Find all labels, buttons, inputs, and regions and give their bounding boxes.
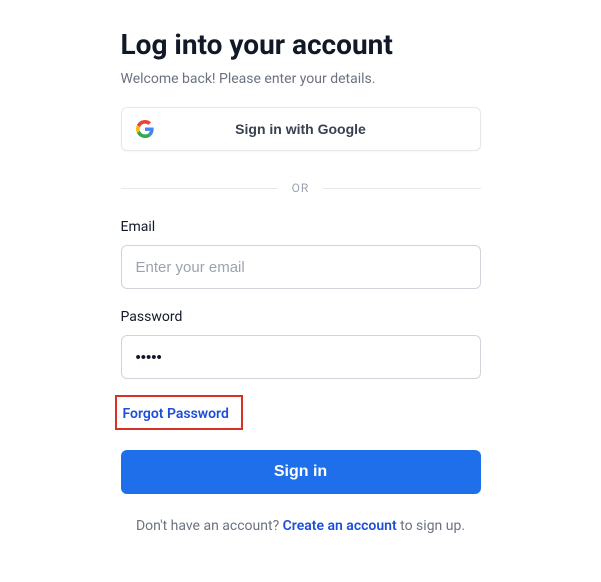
email-field[interactable]	[121, 245, 481, 289]
create-account-link[interactable]: Create an account	[283, 518, 397, 534]
password-group: Password	[121, 309, 481, 379]
forgot-password-link[interactable]: Forgot Password	[123, 406, 229, 422]
divider-line-left	[121, 188, 278, 189]
signup-suffix: to sign up.	[397, 518, 465, 534]
signup-prefix: Don't have an account?	[136, 518, 283, 534]
page-title: Log into your account	[121, 28, 481, 61]
google-signin-button[interactable]: Sign in with Google	[121, 107, 481, 151]
signup-line: Don't have an account? Create an account…	[121, 518, 481, 534]
password-label: Password	[121, 309, 481, 325]
email-group: Email	[121, 219, 481, 289]
login-form: Log into your account Welcome back! Plea…	[121, 28, 481, 534]
google-icon	[136, 120, 154, 138]
google-signin-label: Sign in with Google	[235, 121, 366, 137]
divider-text: OR	[292, 181, 310, 195]
email-label: Email	[121, 219, 481, 235]
signin-button[interactable]: Sign in	[121, 450, 481, 494]
forgot-password-highlight: Forgot Password	[115, 395, 243, 430]
divider: OR	[121, 181, 481, 195]
password-field[interactable]	[121, 335, 481, 379]
divider-line-right	[323, 188, 480, 189]
page-subtitle: Welcome back! Please enter your details.	[121, 71, 481, 87]
